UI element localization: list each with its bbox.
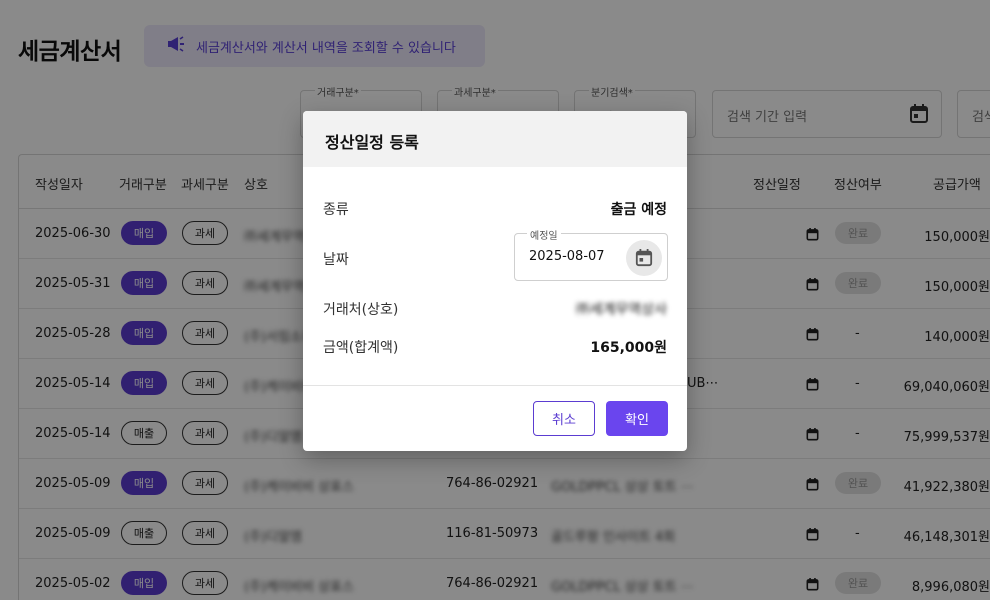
cancel-button[interactable]: 취소 [533, 401, 595, 436]
amount-label: 금액(합계액) [323, 340, 399, 356]
scheduled-date-field[interactable]: 예정일 2025-08-07 [514, 227, 668, 281]
partner-value: ㈜세계무역상사 [575, 302, 667, 318]
amount-row: 금액(합계액) 165,000원 [323, 337, 667, 357]
amount-value: 165,000원 [590, 340, 667, 356]
calendar-icon[interactable] [626, 240, 662, 276]
date-label: 날짜 [323, 252, 349, 268]
settlement-schedule-dialog: 정산일정 등록 종류 출금 예정 날짜 예정일 2025-08-07 거래처(상… [303, 111, 687, 451]
partner-row: 거래처(상호) ㈜세계무역상사 [323, 299, 667, 319]
type-value: 출금 예정 [610, 202, 667, 218]
type-label: 종류 [323, 202, 349, 218]
dialog-divider [303, 385, 687, 386]
partner-label: 거래처(상호) [323, 302, 399, 318]
scheduled-date-label: 예정일 [527, 227, 561, 242]
confirm-button[interactable]: 확인 [606, 401, 668, 436]
type-row: 종류 출금 예정 [323, 199, 667, 219]
dialog-title: 정산일정 등록 [303, 111, 687, 167]
scheduled-date-value[interactable]: 2025-08-07 [529, 249, 605, 264]
